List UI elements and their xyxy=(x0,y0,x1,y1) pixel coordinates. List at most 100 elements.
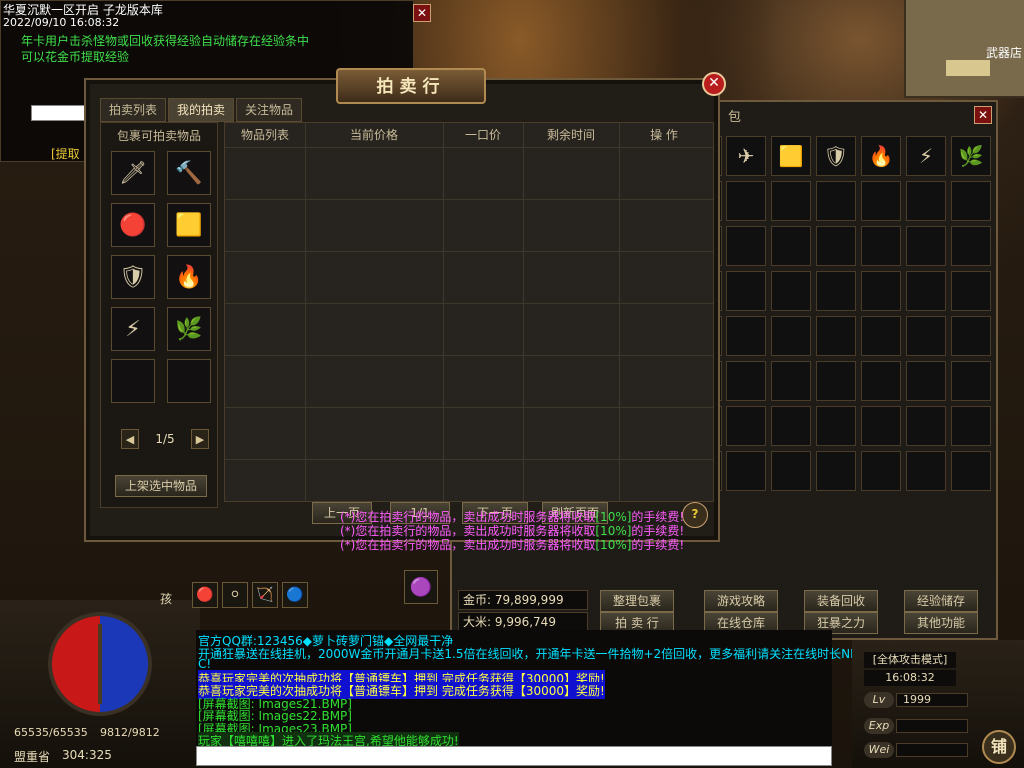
bag-empty-slot[interactable] xyxy=(771,451,811,491)
quick-item-icon[interactable]: 🟣 xyxy=(404,570,438,604)
bag-item-slot[interactable]: ⚡ xyxy=(906,136,946,176)
sellable-item-slot[interactable]: ⚡ xyxy=(111,307,155,351)
bag-empty-slot[interactable] xyxy=(771,271,811,311)
sellable-item-slot[interactable]: 🔥 xyxy=(167,255,211,299)
bag-close-button[interactable]: ✕ xyxy=(974,106,992,124)
tab-auction-list[interactable]: 拍卖列表 xyxy=(100,98,167,122)
item-pager: ◀ 1/5 ▶ xyxy=(121,429,209,451)
bag-empty-slot[interactable] xyxy=(726,226,766,266)
bag-empty-slot[interactable] xyxy=(816,451,856,491)
empty-item-slot[interactable] xyxy=(167,359,211,403)
bag-empty-slot[interactable] xyxy=(951,271,991,311)
bag-empty-slot[interactable] xyxy=(951,361,991,401)
bag-empty-slot[interactable] xyxy=(771,361,811,401)
page-indicator: 1/5 xyxy=(155,432,175,446)
bag-empty-slot[interactable] xyxy=(816,361,856,401)
bag-item-slot[interactable]: 🌿 xyxy=(951,136,991,176)
rice-label: 大米: xyxy=(463,615,492,629)
bag-item-slot[interactable]: 🔥 xyxy=(861,136,901,176)
tab-watched-items[interactable]: 关注物品 xyxy=(236,98,303,122)
bag-empty-slot[interactable] xyxy=(906,451,946,491)
bag-empty-slot[interactable] xyxy=(906,181,946,221)
bag-empty-slot[interactable] xyxy=(771,406,811,446)
sellable-item-slot[interactable]: 🗡 xyxy=(111,151,155,195)
divider xyxy=(305,123,306,501)
info-panel-close-button[interactable]: ✕ xyxy=(413,4,431,22)
belt-slot-red-potion-icon[interactable]: 🔴 xyxy=(192,582,218,608)
next-page-arrow-icon[interactable]: ▶ xyxy=(191,429,209,449)
bag-empty-slot[interactable] xyxy=(906,226,946,266)
shop-button[interactable]: 铺 xyxy=(982,730,1016,764)
equip-recycle-button[interactable]: 装备回收 xyxy=(804,590,878,612)
divider xyxy=(523,123,524,501)
bag-empty-slot[interactable] xyxy=(771,226,811,266)
bag-empty-slot[interactable] xyxy=(816,181,856,221)
belt-slot-orb-icon[interactable]: 🔵 xyxy=(282,582,308,608)
bag-empty-slot[interactable] xyxy=(906,361,946,401)
auction-window: 拍卖行 ✕ 拍卖列表 我的拍卖 关注物品 包裹可拍卖物品 🗡 🔨 🔴 🟨 🛡 🔥 ⚡ 🌿 ◀ … xyxy=(84,68,726,542)
bag-empty-slot[interactable] xyxy=(726,406,766,446)
rice-field: 大米: 9,996,749 xyxy=(458,612,588,632)
fee-percent: [10%] xyxy=(595,538,632,552)
bag-empty-slot[interactable] xyxy=(726,451,766,491)
level-value: 1999 xyxy=(896,693,968,707)
bag-empty-slot[interactable] xyxy=(951,316,991,356)
sort-bag-button[interactable]: 整理包裹 xyxy=(600,590,674,612)
bag-empty-slot[interactable] xyxy=(816,226,856,266)
exp-bar xyxy=(896,719,968,733)
bag-empty-slot[interactable] xyxy=(951,406,991,446)
sellable-item-slot[interactable]: 🌿 xyxy=(167,307,211,351)
bag-empty-slot[interactable] xyxy=(861,316,901,356)
divider xyxy=(443,123,444,501)
bag-title: 包 xyxy=(728,110,742,125)
game-guide-button[interactable]: 游戏攻略 xyxy=(704,590,778,612)
bag-empty-slot[interactable] xyxy=(861,226,901,266)
bag-empty-slot[interactable] xyxy=(861,181,901,221)
attack-mode[interactable]: [全体攻击模式] xyxy=(864,652,956,668)
exp-storage-button[interactable]: 经验储存 xyxy=(904,590,978,612)
chat-input[interactable] xyxy=(196,746,832,766)
prev-page-arrow-icon[interactable]: ◀ xyxy=(121,429,139,449)
bag-empty-slot[interactable] xyxy=(861,451,901,491)
bag-empty-slot[interactable] xyxy=(906,406,946,446)
minimap[interactable]: 武器店 xyxy=(904,0,1024,98)
gold-value: 79,899,999 xyxy=(494,593,564,607)
list-selected-item-button[interactable]: 上架选中物品 xyxy=(115,475,207,497)
bag-empty-slot[interactable] xyxy=(726,316,766,356)
tab-my-auction[interactable]: 我的拍卖 xyxy=(168,98,235,122)
bag-empty-slot[interactable] xyxy=(906,316,946,356)
bag-empty-slot[interactable] xyxy=(951,451,991,491)
bag-empty-slot[interactable] xyxy=(816,316,856,356)
bag-empty-slot[interactable] xyxy=(816,406,856,446)
bag-empty-slot[interactable] xyxy=(726,271,766,311)
bag-empty-slot[interactable] xyxy=(951,226,991,266)
gold-field: 金币: 79,899,999 xyxy=(458,590,588,610)
bag-item-slot[interactable]: 🟨 xyxy=(771,136,811,176)
empty-item-slot[interactable] xyxy=(111,359,155,403)
bag-empty-slot[interactable] xyxy=(726,181,766,221)
belt-slot-flask-icon[interactable]: ⚪ xyxy=(222,582,248,608)
bag-item-slot[interactable]: 🛡 xyxy=(816,136,856,176)
extract-exp-link[interactable]: [提取 xyxy=(51,145,80,162)
auction-close-button[interactable]: ✕ xyxy=(702,72,726,96)
bag-empty-slot[interactable] xyxy=(816,271,856,311)
other-functions-button[interactable]: 其他功能 xyxy=(904,612,978,634)
help-icon[interactable]: ? xyxy=(682,502,708,528)
bag-empty-slot[interactable] xyxy=(906,271,946,311)
bag-empty-slot[interactable] xyxy=(726,361,766,401)
sellable-item-slot[interactable]: 🛡 xyxy=(111,255,155,299)
belt-slot-bow-icon[interactable]: 🏹 xyxy=(252,582,278,608)
bag-empty-slot[interactable] xyxy=(861,361,901,401)
sellable-item-slot[interactable]: 🔨 xyxy=(167,151,211,195)
bag-empty-slot[interactable] xyxy=(771,181,811,221)
weight-label: Wei xyxy=(864,742,894,758)
bag-empty-slot[interactable] xyxy=(951,181,991,221)
bag-empty-slot[interactable] xyxy=(861,406,901,446)
sellable-item-slot[interactable]: 🟨 xyxy=(167,203,211,247)
divider xyxy=(225,407,713,408)
auction-title: 拍卖行 xyxy=(336,68,486,104)
sellable-item-slot[interactable]: 🔴 xyxy=(111,203,155,247)
bag-empty-slot[interactable] xyxy=(861,271,901,311)
bag-empty-slot[interactable] xyxy=(771,316,811,356)
bag-item-slot[interactable]: ✈ xyxy=(726,136,766,176)
